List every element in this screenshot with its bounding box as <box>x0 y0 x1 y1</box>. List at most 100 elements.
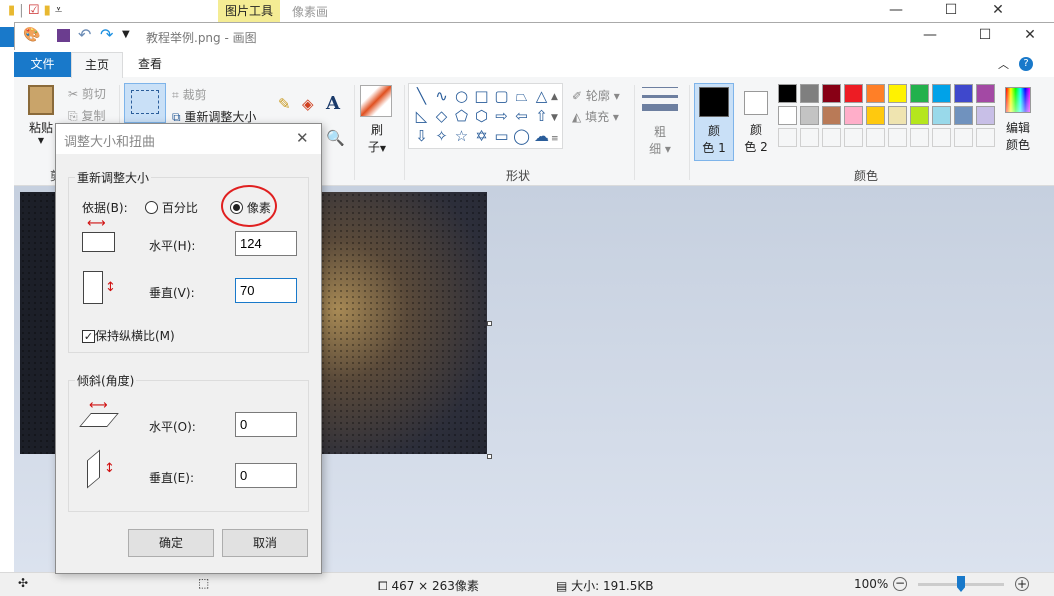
palette-color[interactable] <box>844 84 863 103</box>
rounded-rectangle-shape-icon[interactable]: ▢ <box>492 87 511 105</box>
palette-color[interactable] <box>932 84 951 103</box>
palette-color[interactable] <box>800 106 819 125</box>
triangle-shape-icon[interactable]: △ <box>532 87 551 105</box>
resize-handle-right[interactable] <box>487 321 492 326</box>
explorer-minimize-button[interactable]: — <box>876 2 916 18</box>
palette-empty-slot[interactable] <box>866 128 885 147</box>
pencil-icon[interactable]: ✎ <box>278 95 291 113</box>
palette-color[interactable] <box>910 106 929 125</box>
palette-empty-slot[interactable] <box>976 128 995 147</box>
left-arrow-shape-icon[interactable]: ⇦ <box>512 107 531 125</box>
palette-color[interactable] <box>954 84 973 103</box>
horizontal-input[interactable] <box>235 231 297 256</box>
right-arrow-shape-icon[interactable]: ⇨ <box>492 107 511 125</box>
palette-empty-slot[interactable] <box>778 128 797 147</box>
hexagon-shape-icon[interactable]: ⬡ <box>472 107 491 125</box>
size-button[interactable]: 粗 细 ▾ <box>642 87 678 157</box>
dialog-close-button[interactable]: ✕ <box>296 129 309 147</box>
five-point-star-shape-icon[interactable]: ☆ <box>452 127 471 145</box>
copy-button[interactable]: ⎘ 复制 <box>68 107 105 124</box>
color2-button[interactable]: 颜色 2 <box>738 83 774 161</box>
palette-empty-slot[interactable] <box>910 128 929 147</box>
magnifier-icon[interactable]: 🔍 <box>326 129 345 147</box>
oval-callout-shape-icon[interactable]: ◯ <box>512 127 531 145</box>
palette-empty-slot[interactable] <box>822 128 841 147</box>
redo-icon[interactable]: ↷ <box>100 25 113 44</box>
tab-view[interactable]: 查看 <box>126 52 174 77</box>
color1-button[interactable]: 颜色 1 <box>694 83 734 161</box>
paint-app-icon[interactable]: 🎨 <box>23 27 40 43</box>
cancel-button[interactable]: 取消 <box>222 529 308 557</box>
percent-radio[interactable]: 百分比 <box>145 199 198 216</box>
down-arrow-shape-icon[interactable]: ⇩ <box>412 127 431 145</box>
undo-icon[interactable]: ↶ <box>78 25 91 44</box>
skew-vertical-input[interactable] <box>235 463 297 488</box>
resize-handle-corner[interactable] <box>487 454 492 459</box>
maximize-button[interactable]: ☐ <box>965 27 1005 43</box>
qat-dropdown-icon[interactable]: ▼ <box>122 29 130 40</box>
palette-color[interactable] <box>910 84 929 103</box>
skew-horizontal-input[interactable] <box>235 412 297 437</box>
palette-color[interactable] <box>778 84 797 103</box>
up-arrow-shape-icon[interactable]: ⇧ <box>532 107 551 125</box>
palette-color[interactable] <box>822 106 841 125</box>
fill-shape-button[interactable]: ◭ 填充 ▾ <box>572 108 619 125</box>
palette-color[interactable] <box>844 106 863 125</box>
palette-empty-slot[interactable] <box>844 128 863 147</box>
tab-file[interactable]: 文件 <box>14 52 71 77</box>
edit-colors-button[interactable]: 编辑 颜色 <box>1000 87 1036 153</box>
shapes-scroll[interactable]: ▲ ▼ ≡ <box>551 87 559 150</box>
close-button[interactable]: ✕ <box>1010 27 1050 43</box>
cloud-callout-shape-icon[interactable]: ☁ <box>532 127 551 145</box>
right-triangle-shape-icon[interactable]: ◺ <box>412 107 431 125</box>
four-point-star-shape-icon[interactable]: ✧ <box>432 127 451 145</box>
fill-icon[interactable]: ◈ <box>302 95 314 113</box>
collapse-ribbon-icon[interactable]: ︿ <box>998 56 1009 72</box>
palette-empty-slot[interactable] <box>800 128 819 147</box>
palette-color[interactable] <box>778 106 797 125</box>
palette-color[interactable] <box>976 106 995 125</box>
palette-color[interactable] <box>866 84 885 103</box>
select-button[interactable] <box>124 83 166 123</box>
zoom-out-button[interactable]: − <box>893 577 907 591</box>
palette-color[interactable] <box>866 106 885 125</box>
palette-empty-slot[interactable] <box>888 128 907 147</box>
zoom-slider-thumb[interactable] <box>957 576 965 592</box>
palette-color[interactable] <box>932 106 951 125</box>
palette-color[interactable] <box>822 84 841 103</box>
rectangle-shape-icon[interactable]: □ <box>472 87 491 105</box>
minimize-button[interactable]: — <box>910 27 950 43</box>
curve-shape-icon[interactable]: ∿ <box>432 87 451 105</box>
palette-color[interactable] <box>888 106 907 125</box>
oval-shape-icon[interactable]: ○ <box>452 87 471 105</box>
explorer-maximize-button[interactable]: ☐ <box>931 2 971 18</box>
tab-home[interactable]: 主页 <box>71 52 123 78</box>
horizontal-arrow-icon: ⟷ <box>87 216 106 231</box>
palette-color[interactable] <box>800 84 819 103</box>
paste-button[interactable]: 粘贴 ▼ <box>26 85 56 145</box>
rounded-callout-shape-icon[interactable]: ▭ <box>492 127 511 145</box>
text-icon[interactable]: A <box>326 93 340 114</box>
help-icon[interactable]: ? <box>1019 57 1033 71</box>
brush-button[interactable]: 刷 子▼ <box>360 85 394 155</box>
cut-button[interactable]: ✂ 剪切 <box>68 85 106 102</box>
six-point-star-shape-icon[interactable]: ✡ <box>472 127 491 145</box>
palette-empty-slot[interactable] <box>954 128 973 147</box>
palette-color[interactable] <box>888 84 907 103</box>
explorer-close-button[interactable]: ✕ <box>978 2 1018 18</box>
palette-color[interactable] <box>976 84 995 103</box>
save-icon[interactable] <box>57 29 70 42</box>
crop-button[interactable]: ⌗ 裁剪 <box>172 86 207 103</box>
palette-color[interactable] <box>954 106 973 125</box>
polygon-shape-icon[interactable]: ⏢ <box>512 87 531 105</box>
diamond-shape-icon[interactable]: ◇ <box>432 107 451 125</box>
explorer-context-tab[interactable]: 图片工具 <box>218 0 280 22</box>
zoom-in-button[interactable]: + <box>1015 577 1029 591</box>
ok-button[interactable]: 确定 <box>128 529 214 557</box>
keep-ratio-checkbox[interactable]: ✓ 保持纵横比(M) <box>82 327 175 344</box>
palette-empty-slot[interactable] <box>932 128 951 147</box>
line-shape-icon[interactable]: ╲ <box>412 87 431 105</box>
outline-button[interactable]: ✐ 轮廓 ▾ <box>572 87 620 104</box>
vertical-input[interactable] <box>235 278 297 303</box>
pentagon-shape-icon[interactable]: ⬠ <box>452 107 471 125</box>
